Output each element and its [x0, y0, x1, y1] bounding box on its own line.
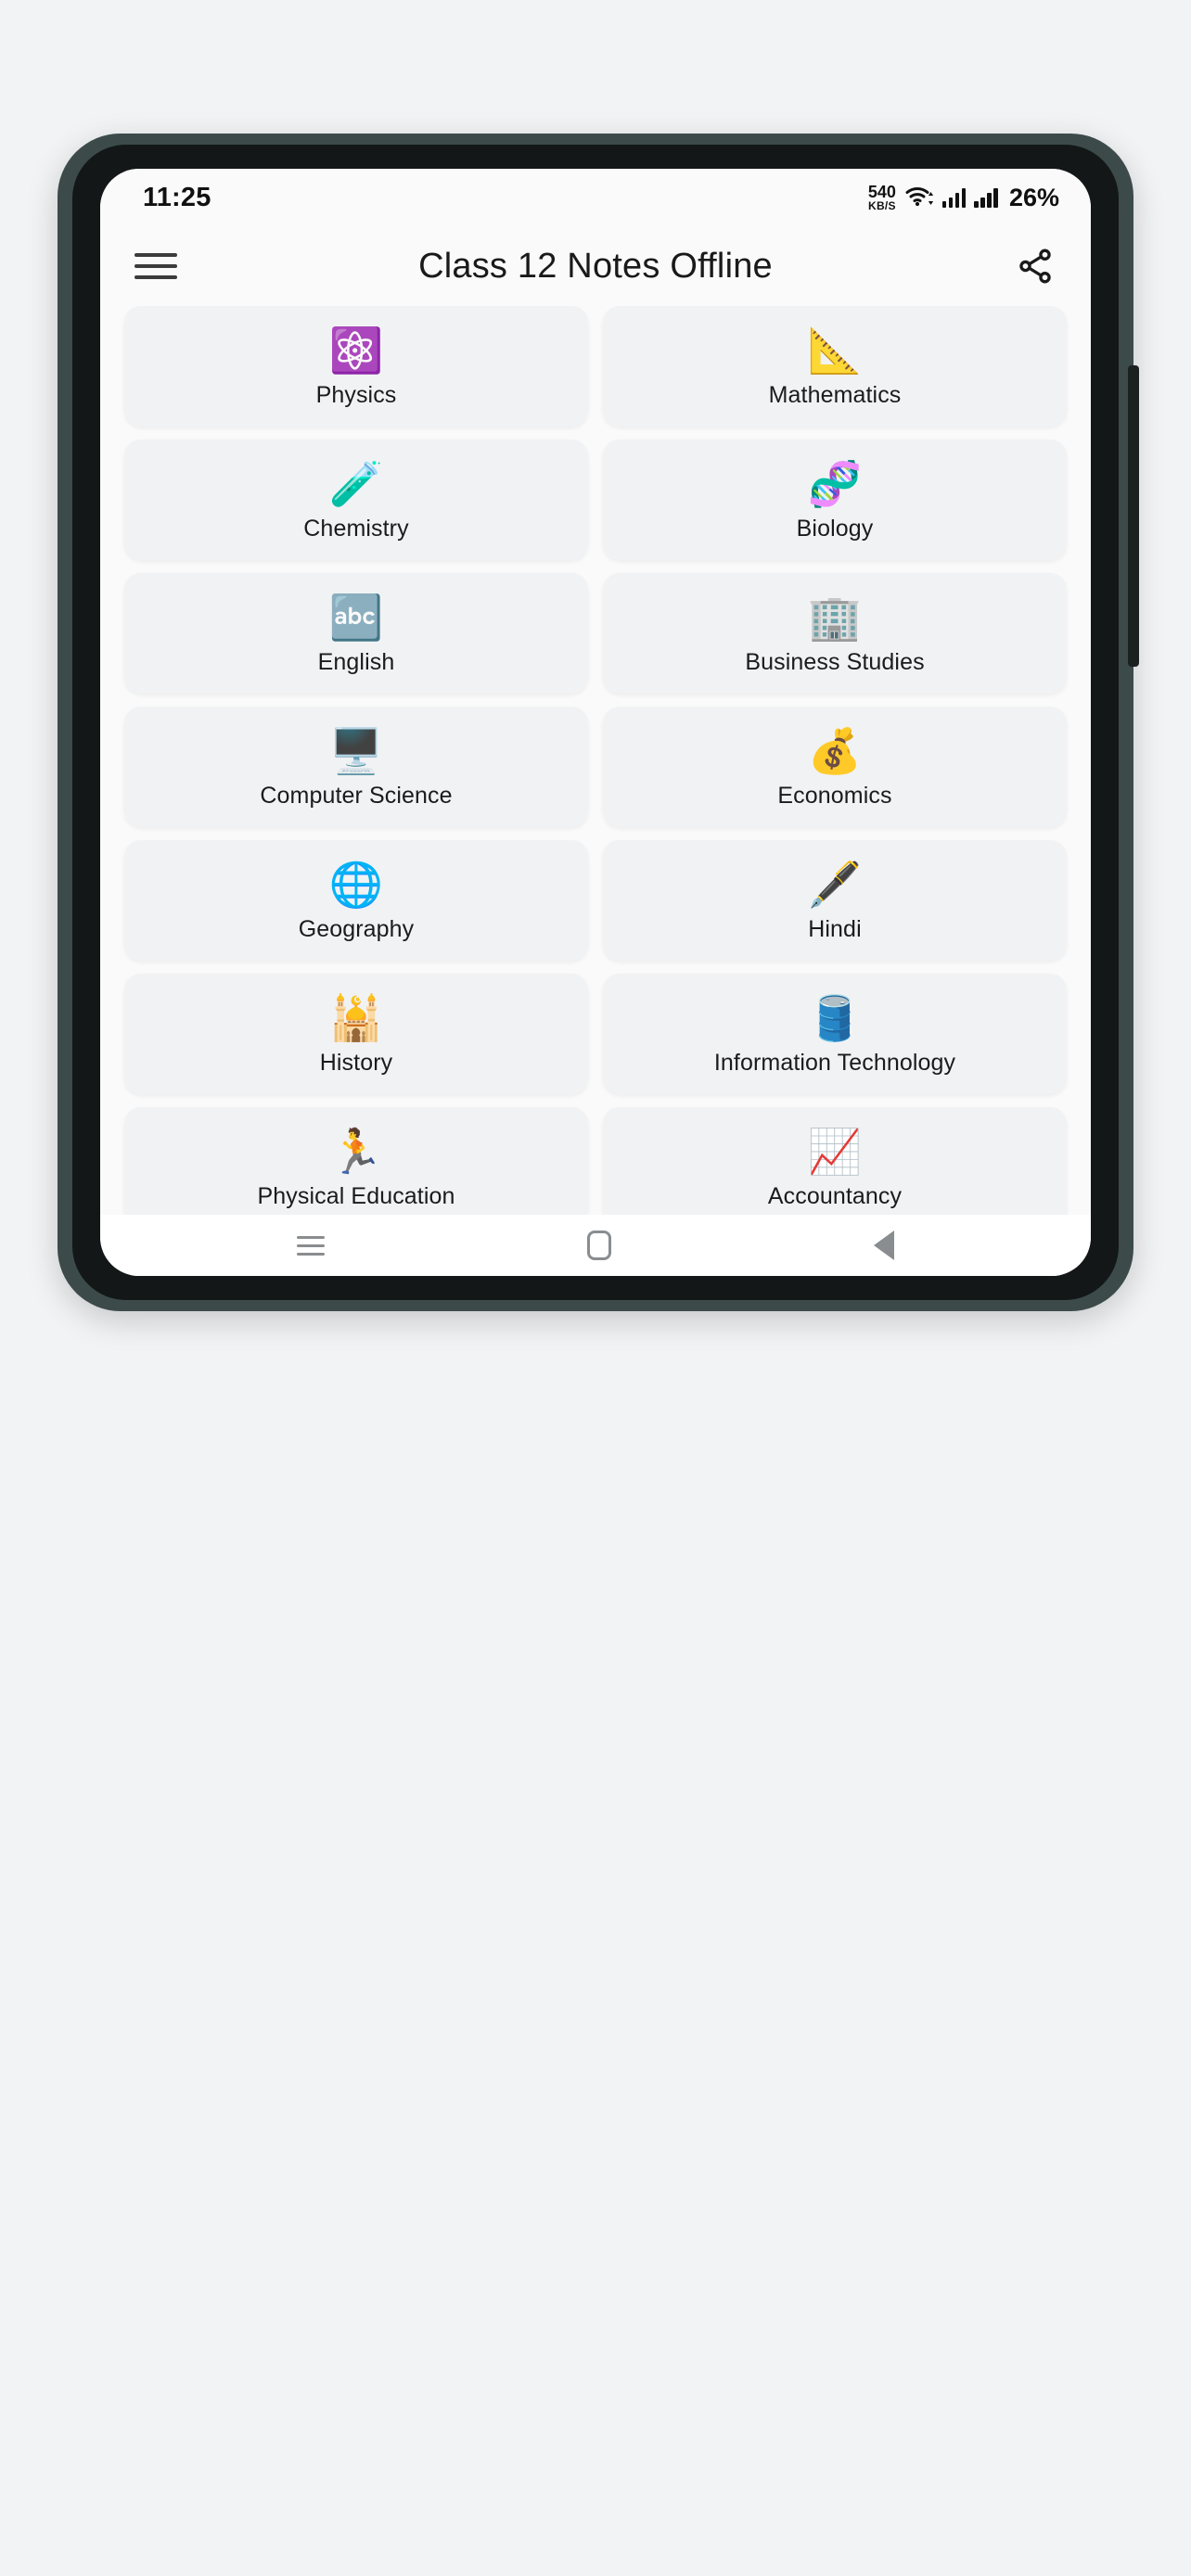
network-speed-unit: KB/S: [867, 199, 896, 212]
subject-label: History: [319, 1049, 393, 1076]
recents-line: [296, 1252, 325, 1256]
subject-label: Chemistry: [303, 515, 409, 542]
subject-label: Hindi: [808, 915, 862, 942]
subject-card-business-studies[interactable]: 🏢 Business Studies: [603, 573, 1067, 694]
subject-card-computer-science[interactable]: 🖥️ Computer Science: [124, 707, 588, 827]
subject-grid: ⚛️ Physics 📐 Mathematics 🧪 Chemistry 🧬 B…: [100, 306, 1091, 1215]
recents-icon[interactable]: [296, 1235, 325, 1256]
signal-icon-sim1: [941, 187, 967, 208]
subject-card-hindi[interactable]: 🖋️ Hindi: [603, 840, 1067, 961]
subject-label: Business Studies: [745, 648, 925, 675]
subject-label: Accountancy: [767, 1182, 903, 1209]
network-speed-value: 540: [867, 183, 896, 201]
app-bar: Class 12 Notes Offline: [100, 226, 1091, 306]
subject-card-physical-education[interactable]: 🏃 Physical Education: [124, 1107, 588, 1215]
phone-screen: 11:25 540 KB/S 26% Class 12 Notes Offlin…: [100, 169, 1091, 1276]
chart-increasing-icon: 📈: [807, 1127, 863, 1176]
dna-icon: 🧬: [807, 459, 863, 508]
subject-card-english[interactable]: 🔤 English: [124, 573, 588, 694]
subject-card-accountancy[interactable]: 📈 Accountancy: [603, 1107, 1067, 1215]
subject-card-geography[interactable]: 🌐 Geography: [124, 840, 588, 961]
subject-label: Physics: [315, 381, 397, 408]
menu-line: [134, 275, 177, 279]
desktop-computer-icon: 🖥️: [328, 726, 384, 775]
runner-icon: 🏃: [328, 1127, 384, 1176]
menu-line: [134, 253, 177, 257]
power-button[interactable]: [1128, 555, 1139, 667]
subject-label: Computer Science: [260, 782, 453, 809]
subject-card-economics[interactable]: 💰 Economics: [603, 707, 1067, 827]
battery-percentage: 26%: [1008, 183, 1059, 211]
phone-bezel: 11:25 540 KB/S 26% Class 12 Notes Offlin…: [72, 145, 1119, 1300]
subject-label: Information Technology: [713, 1049, 956, 1076]
recents-line: [296, 1243, 325, 1247]
android-navigation-bar: [100, 1215, 1091, 1276]
status-time: 11:25: [143, 182, 211, 212]
status-indicators: 540 KB/S 26%: [868, 184, 1059, 212]
office-building-icon: 🏢: [807, 593, 863, 642]
abc-letters-icon: 🔤: [328, 593, 384, 642]
recents-line: [296, 1235, 325, 1239]
database-cylinder-icon: 🛢️: [807, 993, 863, 1042]
subject-card-chemistry[interactable]: 🧪 Chemistry: [124, 440, 588, 560]
subject-label: English: [317, 648, 395, 675]
subject-card-physics[interactable]: ⚛️ Physics: [124, 306, 588, 427]
back-icon[interactable]: [874, 1231, 895, 1260]
subject-label: Economics: [777, 782, 892, 809]
subject-card-history[interactable]: 🕌 History: [124, 974, 588, 1094]
triangular-ruler-icon: 📐: [807, 325, 863, 375]
quill-ink-icon: 🖋️: [807, 860, 863, 909]
network-speed-indicator: 540 KB/S: [868, 184, 896, 211]
hamburger-menu-icon[interactable]: [132, 242, 180, 290]
volume-button[interactable]: [1128, 365, 1139, 569]
wifi-icon: [904, 185, 934, 211]
gold-bars-icon: 💰: [807, 726, 863, 775]
test-tube-icon: 🧪: [328, 459, 384, 508]
subject-label: Biology: [796, 515, 874, 542]
atom-icon: ⚛️: [328, 325, 384, 375]
monument-icon: 🕌: [328, 993, 384, 1042]
status-bar: 11:25 540 KB/S 26%: [100, 169, 1091, 226]
subject-label: Physical Education: [257, 1182, 455, 1209]
subject-card-biology[interactable]: 🧬 Biology: [603, 440, 1067, 560]
subject-card-mathematics[interactable]: 📐 Mathematics: [603, 306, 1067, 427]
subject-card-information-technology[interactable]: 🛢️ Information Technology: [603, 974, 1067, 1094]
page-title: Class 12 Notes Offline: [418, 246, 773, 286]
subject-label: Geography: [298, 915, 415, 942]
menu-line: [134, 264, 177, 268]
signal-icon-sim2: [974, 187, 998, 208]
home-icon[interactable]: [586, 1231, 611, 1260]
subject-label: Mathematics: [768, 381, 902, 408]
share-icon[interactable]: [1011, 242, 1059, 290]
globe-icon: 🌐: [328, 860, 384, 909]
phone-frame: 11:25 540 KB/S 26% Class 12 Notes Offlin…: [58, 134, 1139, 1311]
